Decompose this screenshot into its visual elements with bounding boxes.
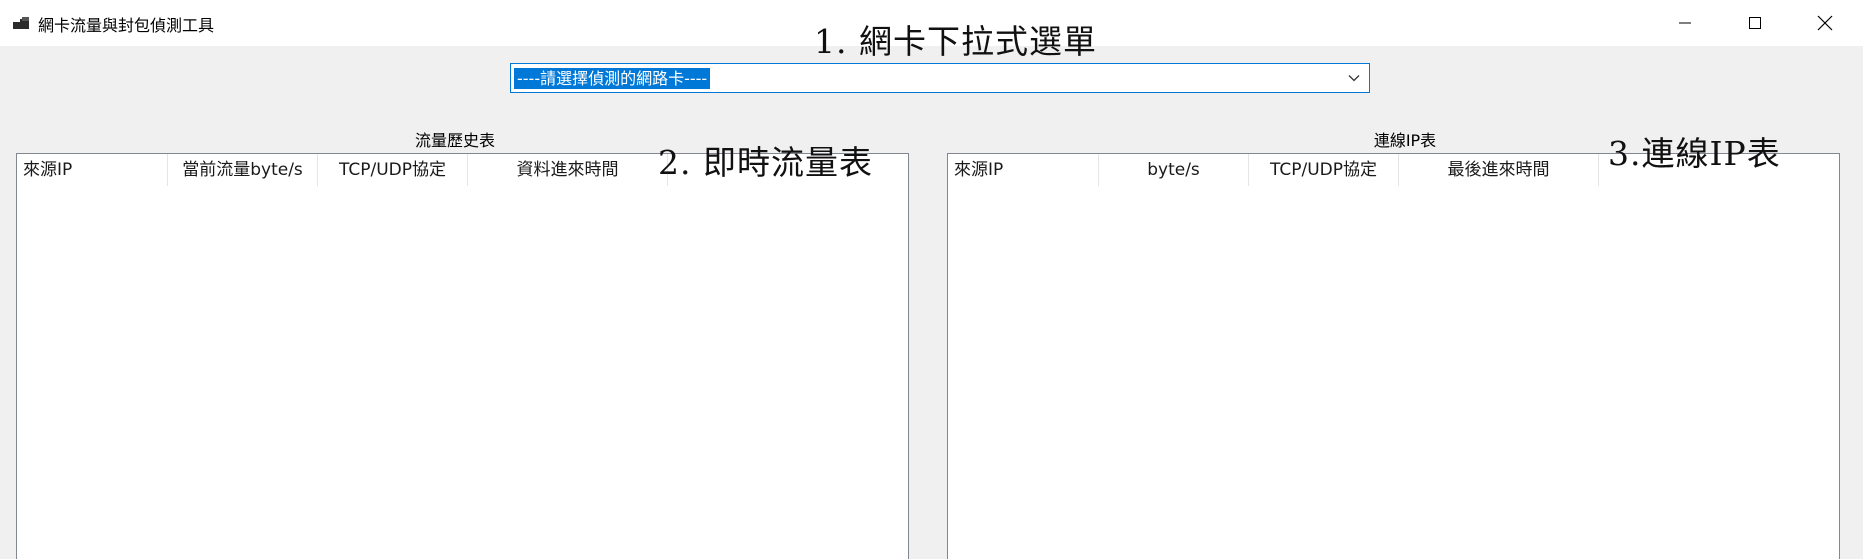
connection-ip-title: 連線IP表 [1373, 131, 1437, 150]
column-header-protocol[interactable]: TCP/UDP協定 [318, 154, 468, 186]
maximize-icon [1749, 17, 1761, 29]
chevron-down-icon[interactable] [1347, 71, 1361, 85]
maximize-button[interactable] [1720, 0, 1790, 46]
column-header-arrival-time[interactable]: 資料進來時間 [468, 154, 668, 186]
nic-select-dropdown[interactable]: ----請選擇偵測的網路卡---- [510, 63, 1370, 93]
nic-selected-value: ----請選擇偵測的網路卡---- [514, 68, 711, 89]
close-icon [1817, 15, 1833, 31]
annotation-dropdown: 1. 網卡下拉式選單 [814, 22, 1097, 61]
annotation-connection-table: 3.連線IP表 [1608, 134, 1781, 173]
close-button[interactable] [1790, 0, 1860, 46]
app-window-icon [13, 17, 29, 29]
traffic-history-title: 流量歷史表 [414, 131, 495, 150]
column-header-current-traffic[interactable]: 當前流量byte/s [168, 154, 318, 186]
column-header-source-ip[interactable]: 來源IP [17, 154, 168, 186]
minimize-icon [1679, 22, 1691, 24]
column-header-source-ip[interactable]: 來源IP [948, 154, 1099, 186]
app-window: 網卡流量與封包偵測工具 1. 網卡下拉式選單 ----請選擇偵測的網路卡----… [0, 0, 1863, 559]
connection-ip-list[interactable]: 來源IP byte/s TCP/UDP協定 最後進來時間 [947, 153, 1840, 559]
annotation-realtime-table: 2. 即時流量表 [658, 143, 873, 182]
window-title: 網卡流量與封包偵測工具 [38, 16, 215, 35]
minimize-button[interactable] [1650, 0, 1720, 46]
column-header-last-arrival-time[interactable]: 最後進來時間 [1399, 154, 1599, 186]
column-header-protocol[interactable]: TCP/UDP協定 [1249, 154, 1399, 186]
traffic-history-list[interactable]: 來源IP 當前流量byte/s TCP/UDP協定 資料進來時間 [16, 153, 909, 559]
column-header-bytes-per-sec[interactable]: byte/s [1099, 154, 1249, 186]
